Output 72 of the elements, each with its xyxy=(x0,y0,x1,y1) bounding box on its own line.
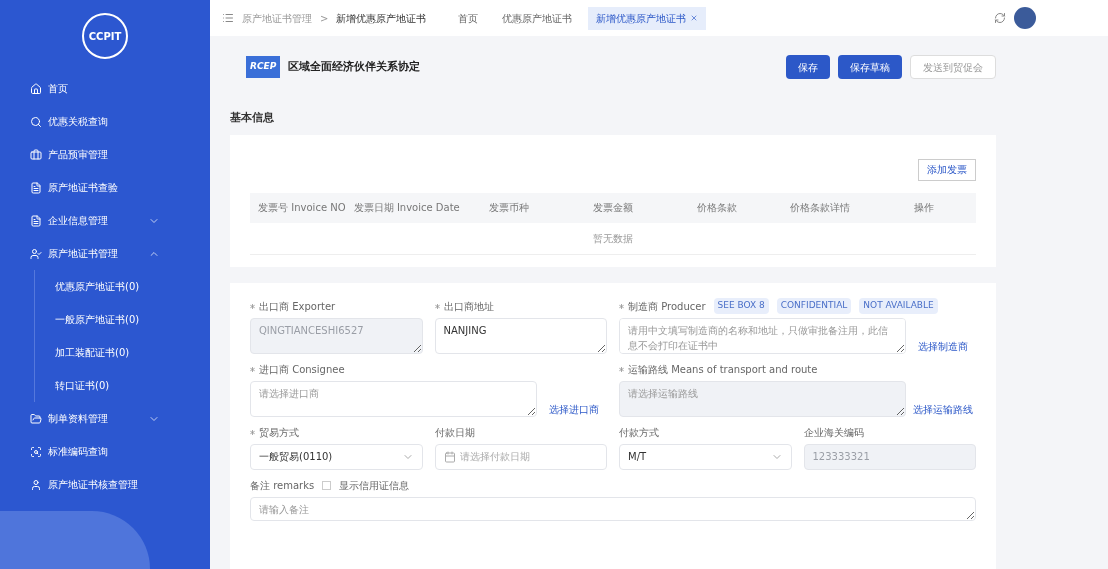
sidebar-subitem[interactable]: 加工装配证书(0) xyxy=(35,336,210,369)
add-invoice-button[interactable]: 添加发票 xyxy=(918,158,976,181)
field-label: 备注 remarks xyxy=(250,478,315,493)
remarks-field[interactable]: 请输入备注 xyxy=(250,496,976,521)
folder-icon xyxy=(30,412,42,425)
field-label: 付款日期 xyxy=(434,425,475,440)
field-label: 企业海关编码 xyxy=(803,425,864,440)
text-area-field[interactable]: 请选择进口商 xyxy=(250,380,537,417)
column-header: 发票日期 Invoice Date xyxy=(353,201,458,215)
tag-button[interactable]: CONFIDENTIAL xyxy=(776,298,852,314)
user-icon xyxy=(30,247,42,260)
field-label: 进口商 Consignee xyxy=(259,362,345,377)
sidebar-item[interactable]: 原产地证书核查管理 xyxy=(0,468,210,501)
user-icon xyxy=(30,478,42,491)
field-label: 付款方式 xyxy=(619,425,659,440)
sidebar-item[interactable]: 制单资料管理 xyxy=(0,402,210,435)
sidebar-item[interactable]: 优惠关税查询 xyxy=(0,105,210,138)
sidebar-item[interactable]: 原产地证书管理 xyxy=(0,237,210,270)
tag-button[interactable]: SEE BOX 8 xyxy=(713,298,769,314)
breadcrumb-current: 新增优惠原产地证书 xyxy=(336,11,427,26)
checkbox-label: 显示信用证信息 xyxy=(339,478,410,493)
column-header: 价格条款详情 xyxy=(789,201,852,215)
avatar[interactable] xyxy=(1014,7,1036,29)
document-icon xyxy=(30,214,42,227)
field-label: 出口商地址 xyxy=(443,299,494,314)
agreement-title: 区域全面经济伙伴关系协定 xyxy=(288,58,421,75)
sidebar-item[interactable]: 原产地证书查验 xyxy=(0,171,210,204)
sidebar-subitem[interactable]: 一般原产地证书(0) xyxy=(35,303,210,336)
checkbox[interactable] xyxy=(322,480,332,490)
tab[interactable]: 首页 xyxy=(450,6,487,30)
select-field[interactable]: 一般贸易(0110) xyxy=(250,443,423,470)
home-icon xyxy=(30,82,42,95)
empty-text: 暂无数据 xyxy=(593,231,633,246)
field-label: 运输路线 Means of transport and route xyxy=(628,362,818,377)
field-label: 贸易方式 xyxy=(259,425,299,440)
search-icon xyxy=(30,445,42,458)
rcep-logo: RCEP xyxy=(246,56,281,78)
logo-text: CCPIT xyxy=(88,29,122,44)
select-link[interactable]: 选择制造商 xyxy=(910,338,976,354)
select-link[interactable]: 选择进口商 xyxy=(541,401,607,417)
sidebar-item[interactable]: 产品预审管理 xyxy=(0,138,210,171)
field-label: 制造商 Producer xyxy=(628,299,706,314)
menu-icon[interactable] xyxy=(222,12,234,24)
tab[interactable]: 新增优惠原产地证书 xyxy=(588,6,707,30)
text-area-field[interactable]: NANJING xyxy=(434,317,607,354)
column-header: 发票号 Invoice NO xyxy=(257,201,347,215)
refresh-icon[interactable] xyxy=(994,12,1006,24)
sidebar-subitem[interactable]: 转口证书(0) xyxy=(35,369,210,402)
close-icon[interactable] xyxy=(690,14,699,22)
date-input[interactable]: 请选择付款日期 xyxy=(459,449,598,464)
tab[interactable]: 优惠原产地证书 xyxy=(494,6,581,30)
column-header: 发票金额 xyxy=(592,201,634,215)
column-header: 价格条款 xyxy=(695,201,738,215)
action-button[interactable]: 保存草稿 xyxy=(838,55,902,79)
sidebar-subitem[interactable]: 优惠原产地证书(0) xyxy=(35,270,210,303)
select-field[interactable]: M/T xyxy=(619,443,792,470)
tag-button[interactable]: NOT AVAILABLE xyxy=(859,298,938,314)
column-header: 操作 xyxy=(913,201,936,215)
briefcase-icon xyxy=(30,148,42,161)
column-header: 发票币种 xyxy=(488,201,531,215)
document-icon xyxy=(30,181,42,194)
date-field[interactable]: 请选择付款日期 xyxy=(434,443,607,470)
calendar-icon xyxy=(443,450,456,463)
field-label: 出口商 Exporter xyxy=(259,299,336,314)
text-area-field[interactable]: 请用中文填写制造商的名称和地址，只做审批备注用，此信息不会打印在证书中 xyxy=(619,317,906,354)
breadcrumb-separator: > xyxy=(320,11,329,26)
action-button[interactable]: 保存 xyxy=(786,55,830,79)
search-icon xyxy=(30,115,42,128)
sidebar-item[interactable]: 企业信息管理 xyxy=(0,204,210,237)
section-title: 基本信息 xyxy=(230,110,275,126)
sidebar-item[interactable]: 标准编码查询 xyxy=(0,435,210,468)
sidebar-item[interactable]: 首页 xyxy=(0,72,210,105)
